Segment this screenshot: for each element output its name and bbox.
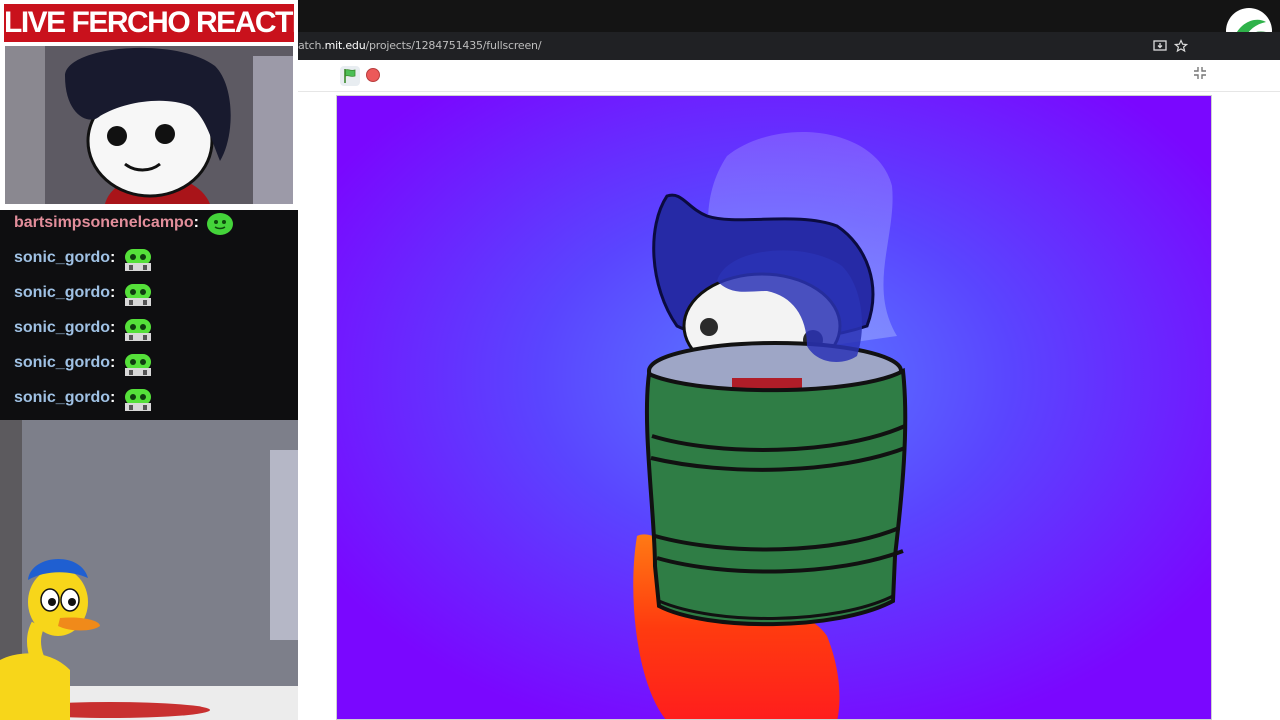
chat-message: sonic_gordo: (14, 350, 152, 376)
green-robot-emote (121, 350, 152, 376)
green-flag-icon[interactable] (340, 66, 360, 86)
chat-username[interactable]: bartsimpsonenelcampo (14, 214, 194, 232)
chat-username[interactable]: sonic_gordo (14, 319, 110, 337)
stop-icon[interactable] (366, 68, 380, 82)
green-robot-emote (121, 280, 152, 306)
install-icon[interactable] (1153, 39, 1167, 53)
scratch-stage[interactable] (336, 95, 1212, 720)
chat-colon: : (110, 389, 116, 406)
url-text[interactable]: atch.mit.edu/projects/1284751435/fullscr… (298, 39, 542, 52)
webcam-overlay: LIVE FERCHO REACTION (0, 0, 298, 210)
scratch-player (298, 60, 1280, 720)
chat-username[interactable]: sonic_gordo (14, 284, 110, 302)
star-icon[interactable] (1173, 39, 1189, 53)
green-robot-emote (121, 385, 152, 411)
chat-panel: bartsimpsonenelcampo: sonic_gordo: sonic… (0, 210, 298, 420)
green-robot-emote (121, 245, 152, 271)
url-prefix: atch. (298, 39, 325, 52)
chat-message: sonic_gordo: (14, 385, 152, 411)
chat-username[interactable]: sonic_gordo (14, 389, 110, 407)
address-bar[interactable]: atch.mit.edu/projects/1284751435/fullscr… (298, 32, 1280, 60)
chat-message: bartsimpsonenelcampo: (14, 210, 235, 236)
chat-colon: : (110, 284, 116, 301)
chat-colon: : (110, 354, 116, 371)
chat-colon: : (193, 214, 199, 231)
webcam-avatar (5, 46, 293, 204)
overlay-title: LIVE FERCHO REACTION (4, 4, 294, 42)
chat-username[interactable]: sonic_gordo (14, 249, 110, 267)
chat-colon: : (110, 319, 116, 336)
url-path: /projects/1284751435/fullscreen/ (365, 39, 542, 52)
chat-colon: : (110, 249, 116, 266)
fullscreen-exit-icon[interactable] (1190, 66, 1210, 86)
url-host: mit.edu (324, 39, 366, 52)
second-camera-feed (0, 420, 298, 720)
chat-username[interactable]: sonic_gordo (14, 354, 110, 372)
stage-artwork (337, 96, 1211, 719)
green-blob-emote (205, 210, 235, 236)
chat-message: sonic_gordo: (14, 280, 152, 306)
green-robot-emote (121, 315, 152, 341)
chat-message: sonic_gordo: (14, 245, 152, 271)
chat-message: sonic_gordo: (14, 315, 152, 341)
player-controls (298, 60, 1280, 92)
